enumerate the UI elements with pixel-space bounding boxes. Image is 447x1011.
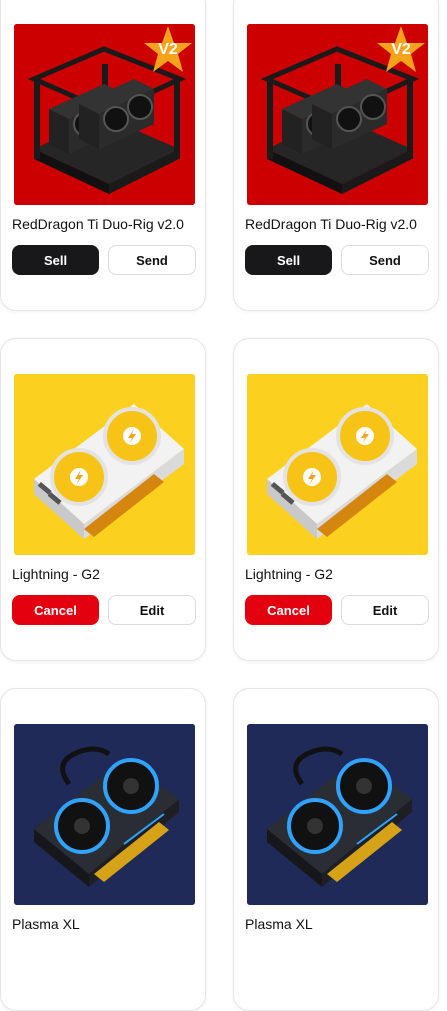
lightning-gpu-icon [14, 374, 195, 555]
product-card: Lightning - G2 Cancel Edit [0, 338, 206, 661]
version-badge: V2 [141, 24, 195, 76]
plasma-gpu-icon [14, 724, 195, 905]
product-name: Plasma XL [245, 916, 313, 932]
product-name: RedDragon Ti Duo-Rig v2.0 [245, 216, 417, 232]
product-name: Lightning - G2 [245, 566, 333, 582]
version-badge-label: V2 [391, 41, 411, 58]
version-badge: V2 [374, 24, 428, 76]
product-card: V2 RedDragon Ti Duo-Rig v2.0 Sell Send [0, 0, 206, 311]
product-card: Plasma XL [233, 688, 439, 1011]
lightning-gpu-icon [247, 374, 428, 555]
version-badge-label: V2 [158, 41, 178, 58]
product-image[interactable] [247, 374, 428, 555]
edit-button[interactable]: Edit [341, 595, 429, 625]
product-image[interactable] [14, 374, 195, 555]
product-name: Lightning - G2 [12, 566, 100, 582]
sell-button[interactable]: Sell [245, 245, 332, 275]
edit-button[interactable]: Edit [108, 595, 196, 625]
product-name: RedDragon Ti Duo-Rig v2.0 [12, 216, 184, 232]
cancel-button[interactable]: Cancel [12, 595, 99, 625]
product-image[interactable] [14, 724, 195, 905]
send-button[interactable]: Send [341, 245, 429, 275]
plasma-gpu-icon [247, 724, 428, 905]
product-name: Plasma XL [12, 916, 80, 932]
product-image[interactable]: V2 [14, 24, 195, 205]
send-button[interactable]: Send [108, 245, 196, 275]
product-card: Plasma XL [0, 688, 206, 1011]
sell-button[interactable]: Sell [12, 245, 99, 275]
product-card: Lightning - G2 Cancel Edit [233, 338, 439, 661]
product-image[interactable]: V2 [247, 24, 428, 205]
product-image[interactable] [247, 724, 428, 905]
product-card: V2 RedDragon Ti Duo-Rig v2.0 Sell Send [233, 0, 439, 311]
cancel-button[interactable]: Cancel [245, 595, 332, 625]
